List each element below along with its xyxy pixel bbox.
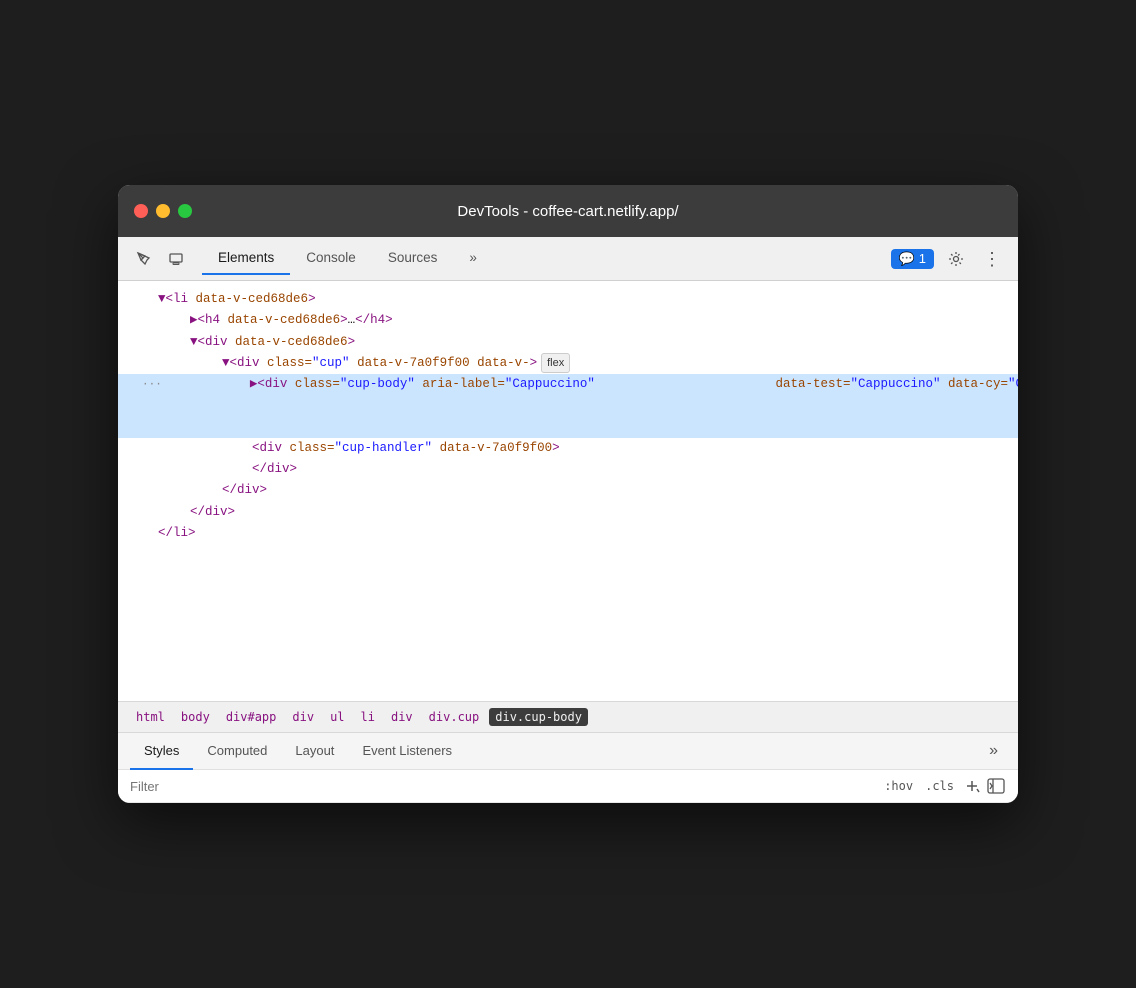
more-options-button[interactable]: ⋮ [978, 245, 1006, 273]
titlebar: DevTools - coffee-cart.netlify.app/ [118, 185, 1018, 237]
devtools-window: DevTools - coffee-cart.netlify.app/ Elem… [118, 185, 1018, 803]
tab-console[interactable]: Console [290, 242, 372, 275]
breadcrumb-div1[interactable]: div [286, 708, 320, 726]
minimize-button[interactable] [156, 204, 170, 218]
toolbar: Elements Console Sources » 💬 1 ⋮ [118, 237, 1018, 281]
add-style-button[interactable] [962, 776, 982, 796]
expand-dots[interactable]: ··· [142, 376, 162, 395]
breadcrumb-html[interactable]: html [130, 708, 171, 726]
dom-line-selected[interactable]: ··· ▶<div class="cup-body" aria-label="C… [118, 374, 1018, 438]
window-title: DevTools - coffee-cart.netlify.app/ [457, 203, 678, 220]
traffic-lights [134, 204, 192, 218]
dom-line[interactable]: </div> [118, 459, 1018, 480]
breadcrumb-divcupbody[interactable]: div.cup-body [489, 708, 588, 726]
maximize-button[interactable] [178, 204, 192, 218]
flex-badge[interactable]: flex [541, 353, 570, 374]
main-tabs: Elements Console Sources » [202, 242, 493, 275]
inspect-element-button[interactable] [130, 245, 158, 273]
hov-button[interactable]: :hov [880, 777, 917, 795]
dom-line[interactable]: </div> [118, 480, 1018, 501]
close-button[interactable] [134, 204, 148, 218]
tag-open: ▼< [158, 289, 173, 310]
breadcrumb-div2[interactable]: div [385, 708, 419, 726]
styles-more-tabs[interactable]: » [981, 733, 1006, 769]
cls-button[interactable]: .cls [921, 777, 958, 795]
breadcrumb-ul[interactable]: ul [324, 708, 350, 726]
chat-icon: 💬 [899, 251, 915, 267]
styles-tabs: Styles Computed Layout Event Listeners » [118, 733, 1018, 770]
toolbar-right: 💬 1 ⋮ [891, 245, 1006, 273]
tab-layout[interactable]: Layout [281, 733, 348, 770]
device-toolbar-button[interactable] [162, 245, 190, 273]
tab-event-listeners[interactable]: Event Listeners [348, 733, 466, 770]
dom-panel: ▼<li data-v-ced68de6 > ▶<h4 data-v-ced68… [118, 281, 1018, 701]
breadcrumb-li[interactable]: li [355, 708, 381, 726]
breadcrumb: html body div#app div ul li div div.cup … [118, 701, 1018, 733]
breadcrumb-divcup[interactable]: div.cup [423, 708, 486, 726]
dom-line[interactable]: ▼<div class="cup" data-v-7a0f9f00 data-v… [118, 353, 1018, 374]
filter-actions: :hov .cls [880, 776, 1006, 796]
styles-panel: Styles Computed Layout Event Listeners »… [118, 733, 1018, 803]
tab-computed[interactable]: Computed [193, 733, 281, 770]
breadcrumb-body[interactable]: body [175, 708, 216, 726]
tab-elements[interactable]: Elements [202, 242, 290, 275]
panel-toggle-button[interactable] [986, 776, 1006, 796]
filter-bar: :hov .cls [118, 770, 1018, 803]
dom-line[interactable]: </li> [118, 523, 1018, 544]
notification-badge[interactable]: 💬 1 [891, 249, 934, 269]
dom-line[interactable]: ▼<li data-v-ced68de6 > [118, 289, 1018, 310]
tab-styles[interactable]: Styles [130, 733, 193, 770]
notification-count: 1 [919, 251, 926, 266]
breadcrumb-divapp[interactable]: div#app [220, 708, 283, 726]
tab-more[interactable]: » [453, 242, 493, 275]
vertical-dots-icon: ⋮ [983, 250, 1001, 268]
settings-button[interactable] [942, 245, 970, 273]
dom-line[interactable]: <div class="cup-handler" data-v-7a0f9f00… [118, 438, 1018, 459]
filter-input[interactable] [130, 779, 872, 794]
dom-line[interactable]: ▼<div data-v-ced68de6 > [118, 332, 1018, 353]
dom-line[interactable]: ▶<h4 data-v-ced68de6 >…</h4> [118, 310, 1018, 331]
tab-sources[interactable]: Sources [372, 242, 454, 275]
dom-line[interactable]: </div> [118, 502, 1018, 523]
